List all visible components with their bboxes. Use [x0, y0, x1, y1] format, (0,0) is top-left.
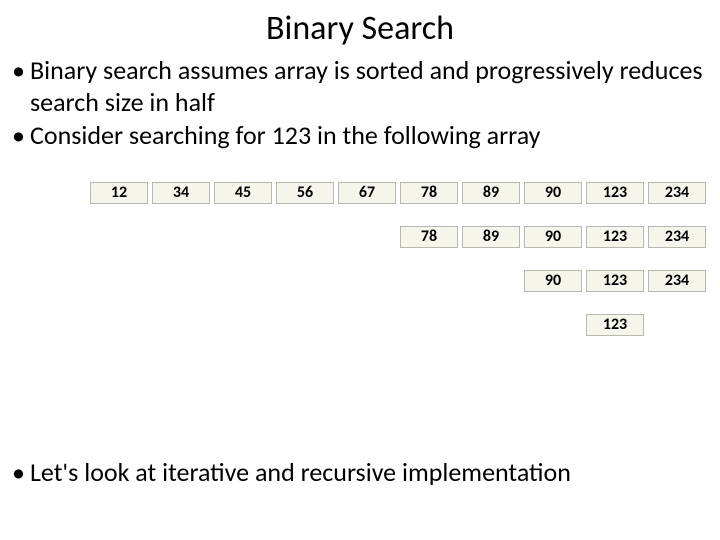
- array-cell: 234: [648, 270, 706, 292]
- array-gap: [400, 314, 462, 338]
- array-gap: [338, 270, 400, 294]
- bullet-list: • Binary search assumes array is sorted …: [0, 55, 720, 152]
- bullet-text: Binary search assumes array is sorted an…: [30, 55, 720, 118]
- array-cell: 234: [648, 182, 706, 204]
- array-row: 1234455667788990123234: [90, 182, 720, 206]
- array-cell: 78: [400, 226, 458, 248]
- array-cell: 89: [462, 182, 520, 204]
- bullet-dot: •: [12, 120, 30, 152]
- array-cell: 123: [586, 314, 644, 336]
- footer-text: Let's look at iterative and recursive im…: [30, 456, 571, 488]
- array-gap: [462, 314, 524, 338]
- array-gap: [90, 226, 152, 250]
- array-cell: 90: [524, 182, 582, 204]
- array-row: 123: [90, 314, 720, 338]
- array-cell: 56: [276, 182, 334, 204]
- array-cell: 234: [648, 226, 706, 248]
- array-cell: 67: [338, 182, 396, 204]
- array-cell: 90: [524, 226, 582, 248]
- slide-title: Binary Search: [0, 0, 720, 55]
- array-gap: [214, 270, 276, 294]
- array-gap: [214, 226, 276, 250]
- array-cell: 78: [400, 182, 458, 204]
- array-cell: 89: [462, 226, 520, 248]
- array-cell: 123: [586, 182, 644, 204]
- array-cell: 45: [214, 182, 272, 204]
- bullet-dot: •: [12, 55, 30, 118]
- array-cell: 123: [586, 270, 644, 292]
- array-gap: [400, 270, 462, 294]
- array-cell: 90: [524, 270, 582, 292]
- array-visualization: 1234455667788990123234788990123234901232…: [0, 182, 720, 338]
- array-gap: [152, 226, 214, 250]
- array-gap: [276, 226, 338, 250]
- array-gap: [338, 314, 400, 338]
- bullet-dot: •: [12, 456, 30, 488]
- bullet-text: Consider searching for 123 in the follow…: [30, 120, 720, 152]
- bullet-item: • Binary search assumes array is sorted …: [12, 55, 720, 118]
- array-row: 788990123234: [90, 226, 720, 250]
- array-gap: [152, 314, 214, 338]
- array-gap: [276, 270, 338, 294]
- array-gap: [152, 270, 214, 294]
- footer-bullet: • Let's look at iterative and recursive …: [12, 456, 571, 488]
- array-cell: 34: [152, 182, 210, 204]
- array-gap: [524, 314, 586, 338]
- bullet-item: • Consider searching for 123 in the foll…: [12, 120, 720, 152]
- array-row: 90123234: [90, 270, 720, 294]
- array-gap: [276, 314, 338, 338]
- array-cell: 123: [586, 226, 644, 248]
- array-cell: 12: [90, 182, 148, 204]
- array-gap: [214, 314, 276, 338]
- array-gap: [90, 270, 152, 294]
- array-gap: [338, 226, 400, 250]
- array-gap: [462, 270, 524, 294]
- array-gap: [90, 314, 152, 338]
